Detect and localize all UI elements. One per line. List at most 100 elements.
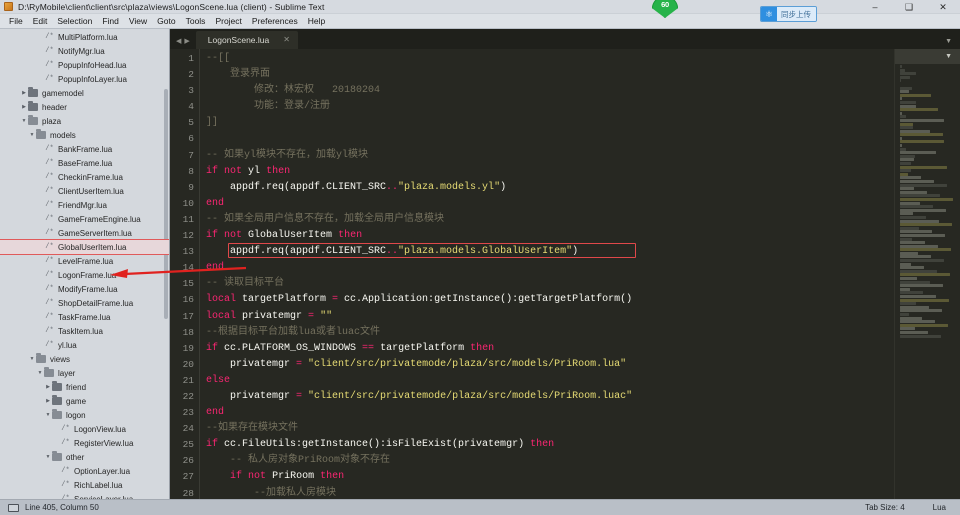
sidebar-item-levelframe-lua[interactable]: /* LevelFrame.lua (0, 254, 169, 268)
tab-prev-icon[interactable]: ◀ (176, 37, 181, 45)
tab-next-icon[interactable]: ▶ (184, 37, 189, 45)
sidebar-file-tree[interactable]: /* MultiPlatform.lua /* NotifyMgr.lua /* Popu… (0, 29, 170, 499)
code-line[interactable]: if not PriRoom then (200, 469, 894, 485)
code-line[interactable]: 修改：林宏权 20180204 (200, 83, 894, 99)
code-line[interactable] (200, 131, 894, 147)
sidebar-item-gamemodel[interactable]: ▶ gamemodel (0, 86, 169, 100)
chevron-down-icon[interactable]: ▼ (20, 118, 28, 124)
code-line[interactable]: if cc.FileUtils:getInstance():isFileExis… (200, 437, 894, 453)
chevron-down-icon[interactable]: ▼ (44, 454, 52, 460)
chevron-down-icon[interactable]: ▼ (945, 38, 952, 45)
code-line[interactable]: --如果存在模块文件 (200, 421, 894, 437)
code-line[interactable]: --加载私人房模块 (200, 486, 894, 499)
code-line[interactable]: ]] (200, 115, 894, 131)
sidebar-item-plaza[interactable]: ▼ plaza (0, 114, 169, 128)
code-line[interactable]: end (200, 260, 894, 276)
code-line[interactable]: -- 私人房对象PriRoom对象不存在 (200, 453, 894, 469)
sidebar-item-logonview-lua[interactable]: /* LogonView.lua (0, 422, 169, 436)
menu-file[interactable]: File (4, 14, 28, 29)
baidu-netdisk-upload-widget[interactable]: ⚛ 同步上传 (760, 6, 817, 22)
menu-view[interactable]: View (124, 14, 152, 29)
sidebar-item-layer[interactable]: ▼ layer (0, 366, 169, 380)
security-badge[interactable]: 60 (652, 0, 678, 18)
sidebar-item-logonframe-lua[interactable]: /* LogonFrame.lua (0, 268, 169, 282)
chevron-right-icon[interactable]: ▶ (20, 104, 28, 110)
sidebar-item-optionlayer-lua[interactable]: /* OptionLayer.lua (0, 464, 169, 478)
menu-goto[interactable]: Goto (152, 14, 180, 29)
minimap[interactable]: ▼ (894, 49, 960, 499)
sidebar-item-game[interactable]: ▶ game (0, 394, 169, 408)
code-line[interactable]: if cc.PLATFORM_OS_WINDOWS == targetPlatf… (200, 341, 894, 357)
close-button[interactable]: ✕ (926, 0, 960, 14)
code-line[interactable]: end (200, 405, 894, 421)
chevron-down-icon[interactable]: ▼ (36, 370, 44, 376)
tab-navigation[interactable]: ◀ ▶ (170, 37, 196, 49)
sidebar-item-gameframeengine-lua[interactable]: /* GameFrameEngine.lua (0, 212, 169, 226)
chevron-right-icon[interactable]: ▶ (44, 398, 52, 404)
chevron-down-icon[interactable]: ▼ (945, 53, 952, 60)
close-icon[interactable]: ✕ (283, 36, 290, 44)
sidebar-item-gameserveritem-lua[interactable]: /* GameServerItem.lua (0, 226, 169, 240)
maximize-button[interactable]: ❑ (892, 0, 926, 14)
code-line[interactable]: local targetPlatform = cc.Application:ge… (200, 292, 894, 308)
code-line[interactable]: else (200, 373, 894, 389)
menu-help[interactable]: Help (303, 14, 330, 29)
code-line[interactable]: 登录界面 (200, 67, 894, 83)
chevron-right-icon[interactable]: ▶ (20, 90, 28, 96)
tab-logonscene-lua[interactable]: LogonScene.lua ✕ (195, 31, 298, 49)
console-toggle-icon[interactable] (8, 503, 19, 512)
sidebar-item-registerview-lua[interactable]: /* RegisterView.lua (0, 436, 169, 450)
sidebar-item-globaluseritem-lua[interactable]: /* GlobalUserItem.lua (0, 239, 169, 255)
chevron-right-icon[interactable]: ▶ (44, 384, 52, 390)
code-line[interactable]: privatemgr = "client/src/privatemode/pla… (200, 389, 894, 405)
sidebar-item-views[interactable]: ▼ views (0, 352, 169, 366)
menu-tools[interactable]: Tools (181, 14, 211, 29)
chevron-down-icon[interactable]: ▼ (44, 412, 52, 418)
menu-preferences[interactable]: Preferences (247, 14, 303, 29)
minimize-button[interactable]: – (858, 0, 892, 14)
code-line[interactable]: --根据目标平台加载lua或者luac文件 (200, 325, 894, 341)
sidebar-item-baseframe-lua[interactable]: /* BaseFrame.lua (0, 156, 169, 170)
sidebar-item-popupinfohead-lua[interactable]: /* PopupInfoHead.lua (0, 58, 169, 72)
code-line[interactable]: 功能：登录/注册 (200, 99, 894, 115)
code-line[interactable]: local privatemgr = "" (200, 309, 894, 325)
sidebar-item-notifymgr-lua[interactable]: /* NotifyMgr.lua (0, 44, 169, 58)
code-line[interactable]: if not yl then (200, 164, 894, 180)
menu-edit[interactable]: Edit (28, 14, 53, 29)
chevron-down-icon[interactable]: ▼ (28, 132, 36, 138)
sidebar-item-other[interactable]: ▼ other (0, 450, 169, 464)
syntax-indicator[interactable]: Lua (919, 503, 960, 512)
menu-find[interactable]: Find (97, 14, 124, 29)
code-line[interactable]: end (200, 196, 894, 212)
chevron-down-icon[interactable]: ▼ (28, 356, 36, 362)
code-line[interactable]: privatemgr = "client/src/privatemode/pla… (200, 357, 894, 373)
sidebar-item-multiplatform-lua[interactable]: /* MultiPlatform.lua (0, 30, 169, 44)
sidebar-item-friend[interactable]: ▶ friend (0, 380, 169, 394)
code-line[interactable]: -- 如果yl模块不存在，加载yl模块 (200, 148, 894, 164)
sidebar-item-checkinframe-lua[interactable]: /* CheckinFrame.lua (0, 170, 169, 184)
sidebar-item-friendmgr-lua[interactable]: /* FriendMgr.lua (0, 198, 169, 212)
sidebar-item-models[interactable]: ▼ models (0, 128, 169, 142)
code-line[interactable]: -- 如果全局用户信息不存在，加载全局用户信息模块 (200, 212, 894, 228)
sidebar-item-taskframe-lua[interactable]: /* TaskFrame.lua (0, 310, 169, 324)
sidebar-item-logon[interactable]: ▼ logon (0, 408, 169, 422)
sidebar-item-header[interactable]: ▶ header (0, 100, 169, 114)
code-line[interactable]: appdf.req(appdf.CLIENT_SRC.."plaza.model… (200, 180, 894, 196)
tab-size-indicator[interactable]: Tab Size: 4 (851, 503, 919, 512)
code-area[interactable]: --[[ 登录界面 修改：林宏权 20180204 功能：登录/注册]] -- 如… (200, 49, 894, 499)
sidebar-item-popupinfolayer-lua[interactable]: /* PopupInfoLayer.lua (0, 72, 169, 86)
sidebar-item-modifyframe-lua[interactable]: /* ModifyFrame.lua (0, 282, 169, 296)
code-line[interactable]: --[[ (200, 51, 894, 67)
code-line[interactable]: -- 读取目标平台 (200, 276, 894, 292)
sidebar-item-shopdetailframe-lua[interactable]: /* ShopDetailFrame.lua (0, 296, 169, 310)
sidebar-item-yl-lua[interactable]: /* yl.lua (0, 338, 169, 352)
menu-selection[interactable]: Selection (52, 14, 97, 29)
menu-project[interactable]: Project (210, 14, 246, 29)
sidebar-item-bankframe-lua[interactable]: /* BankFrame.lua (0, 142, 169, 156)
sidebar-item-richlabel-lua[interactable]: /* RichLabel.lua (0, 478, 169, 492)
code-line[interactable]: if not GlobalUserItem then (200, 228, 894, 244)
code-line[interactable]: appdf.req(appdf.CLIENT_SRC.."plaza.model… (200, 244, 894, 260)
sidebar-item-servicelayer-lua[interactable]: /* ServiceLayer.lua (0, 492, 169, 500)
sidebar-item-taskitem-lua[interactable]: /* TaskItem.lua (0, 324, 169, 338)
sidebar-item-clientuseritem-lua[interactable]: /* ClientUserItem.lua (0, 184, 169, 198)
